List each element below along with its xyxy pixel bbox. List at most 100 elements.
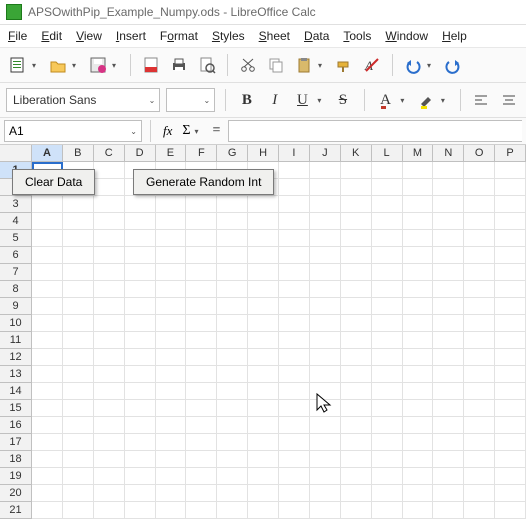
cell[interactable] xyxy=(495,315,526,332)
cell[interactable] xyxy=(248,264,279,281)
menu-view[interactable]: View xyxy=(76,29,102,43)
cell[interactable] xyxy=(310,298,341,315)
cell[interactable] xyxy=(279,383,310,400)
cell[interactable] xyxy=(186,298,217,315)
cell[interactable] xyxy=(310,366,341,383)
cell[interactable] xyxy=(32,230,63,247)
cell[interactable] xyxy=(279,349,310,366)
cell[interactable] xyxy=(495,400,526,417)
cell[interactable] xyxy=(217,417,248,434)
column-header[interactable]: C xyxy=(94,145,125,162)
cell[interactable] xyxy=(279,315,310,332)
cell[interactable] xyxy=(341,247,372,264)
column-header[interactable]: I xyxy=(279,145,310,162)
cell[interactable] xyxy=(32,247,63,264)
cell[interactable] xyxy=(217,400,248,417)
cell[interactable] xyxy=(125,502,156,519)
column-header[interactable]: O xyxy=(464,145,495,162)
cell[interactable] xyxy=(403,264,434,281)
column-header[interactable]: H xyxy=(248,145,279,162)
cell[interactable] xyxy=(464,349,495,366)
cell[interactable] xyxy=(248,485,279,502)
cell[interactable] xyxy=(372,434,403,451)
cell[interactable] xyxy=(217,247,248,264)
cell[interactable] xyxy=(310,468,341,485)
clone-format-icon[interactable] xyxy=(332,53,356,77)
cell[interactable] xyxy=(433,502,464,519)
cell[interactable] xyxy=(94,485,125,502)
cell[interactable] xyxy=(248,196,279,213)
cell[interactable] xyxy=(310,434,341,451)
cell[interactable] xyxy=(186,332,217,349)
cell[interactable] xyxy=(32,315,63,332)
cell[interactable] xyxy=(94,417,125,434)
cell[interactable] xyxy=(495,281,526,298)
select-all-corner[interactable] xyxy=(0,145,32,162)
cell[interactable] xyxy=(186,502,217,519)
cell[interactable] xyxy=(433,230,464,247)
cell[interactable] xyxy=(217,502,248,519)
cell[interactable] xyxy=(464,417,495,434)
cell[interactable] xyxy=(372,502,403,519)
cell[interactable] xyxy=(433,417,464,434)
cell[interactable] xyxy=(403,434,434,451)
cell[interactable] xyxy=(32,468,63,485)
cell[interactable] xyxy=(464,264,495,281)
cell[interactable] xyxy=(403,485,434,502)
cell[interactable] xyxy=(32,366,63,383)
cell[interactable] xyxy=(156,230,187,247)
cell[interactable] xyxy=(372,349,403,366)
cell[interactable] xyxy=(403,468,434,485)
cell[interactable] xyxy=(279,400,310,417)
column-header[interactable]: E xyxy=(156,145,187,162)
cell[interactable] xyxy=(94,162,125,179)
cell[interactable] xyxy=(464,332,495,349)
cell[interactable] xyxy=(63,434,94,451)
cell[interactable] xyxy=(403,315,434,332)
cell[interactable] xyxy=(495,264,526,281)
print-preview-icon[interactable] xyxy=(195,53,219,77)
cell[interactable] xyxy=(63,196,94,213)
paste-dropdown[interactable]: ▾ xyxy=(318,61,326,70)
cell[interactable] xyxy=(186,315,217,332)
cell[interactable] xyxy=(372,196,403,213)
cell[interactable] xyxy=(310,196,341,213)
cell[interactable] xyxy=(156,417,187,434)
cell[interactable] xyxy=(372,230,403,247)
cell[interactable] xyxy=(403,451,434,468)
menu-data[interactable]: Data xyxy=(304,29,329,43)
cell[interactable] xyxy=(63,298,94,315)
cell[interactable] xyxy=(372,281,403,298)
cell[interactable] xyxy=(94,349,125,366)
cell[interactable] xyxy=(156,502,187,519)
cut-icon[interactable] xyxy=(236,53,260,77)
cell[interactable] xyxy=(495,196,526,213)
function-wizard-button[interactable]: fx xyxy=(159,123,176,139)
cell[interactable] xyxy=(125,485,156,502)
new-doc-dropdown[interactable]: ▾ xyxy=(32,61,40,70)
cell[interactable] xyxy=(433,264,464,281)
cell[interactable] xyxy=(310,213,341,230)
row-header[interactable]: 17 xyxy=(0,434,32,451)
cell[interactable] xyxy=(310,383,341,400)
column-header[interactable]: B xyxy=(63,145,94,162)
menu-edit[interactable]: Edit xyxy=(41,29,62,43)
cell[interactable] xyxy=(495,502,526,519)
cell[interactable] xyxy=(125,366,156,383)
cell[interactable] xyxy=(279,230,310,247)
cell[interactable] xyxy=(125,315,156,332)
cell[interactable] xyxy=(495,383,526,400)
cell[interactable] xyxy=(433,247,464,264)
cell[interactable] xyxy=(464,485,495,502)
undo-dropdown[interactable]: ▾ xyxy=(427,61,435,70)
cell[interactable] xyxy=(156,332,187,349)
cell[interactable] xyxy=(94,264,125,281)
paste-icon[interactable] xyxy=(292,53,316,77)
cell[interactable] xyxy=(125,434,156,451)
cell[interactable] xyxy=(217,383,248,400)
cell[interactable] xyxy=(156,349,187,366)
cell[interactable] xyxy=(310,451,341,468)
cell[interactable] xyxy=(186,434,217,451)
cell[interactable] xyxy=(372,179,403,196)
cell[interactable] xyxy=(341,298,372,315)
